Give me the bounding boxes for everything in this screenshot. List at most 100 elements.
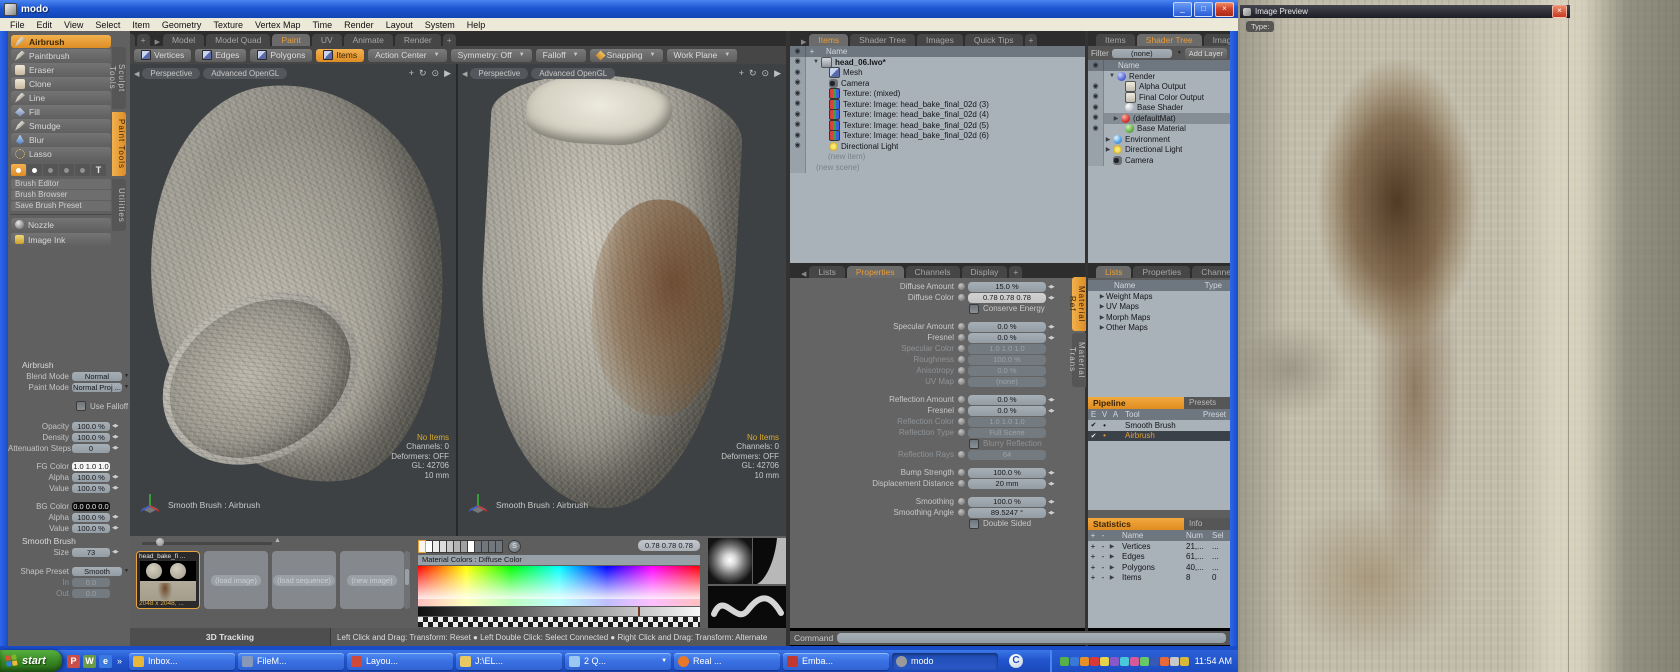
taskbar-button-realplayer[interactable]: Real ...: [674, 653, 780, 670]
fg-alpha-field[interactable]: 100.0 %: [72, 473, 110, 482]
stat-row-edges[interactable]: + - ▶ Edges 61,... ...: [1088, 552, 1230, 563]
stepper-icon[interactable]: ◀▶: [110, 434, 121, 440]
bg-value-field[interactable]: 100.0 %: [72, 524, 110, 533]
stepper-icon[interactable]: ◀▶: [1046, 284, 1057, 290]
remove-icon[interactable]: -: [1098, 573, 1108, 582]
visibility-eye-icon[interactable]: ◉: [1092, 114, 1098, 122]
tray-icon[interactable]: [1120, 657, 1129, 666]
value-gradient-bar[interactable]: [418, 607, 700, 616]
channel-knob-icon[interactable]: [958, 323, 965, 330]
stepper-icon[interactable]: ◀▶: [110, 445, 121, 451]
visibility-eye-icon[interactable]: ◉: [794, 121, 800, 129]
add-icon[interactable]: +: [1088, 552, 1098, 561]
tray-icon[interactable]: [1060, 657, 1069, 666]
hue-spectrum[interactable]: [418, 566, 700, 599]
stepper-icon[interactable]: ◀▶: [1046, 470, 1057, 476]
preview-type-label[interactable]: Type:: [1246, 21, 1274, 32]
smoothing-field[interactable]: 100.0 %: [968, 497, 1046, 507]
items-button[interactable]: Items: [316, 49, 364, 62]
side-tab-sculpt-tools[interactable]: Sculpt Tools: [112, 47, 126, 109]
pale-spectrum[interactable]: [418, 599, 700, 606]
filter-select[interactable]: (none): [1112, 49, 1172, 58]
menu-help[interactable]: Help: [461, 20, 492, 30]
expand-icon[interactable]: ▶: [1104, 136, 1112, 143]
quick-launch-icon[interactable]: e: [99, 655, 112, 668]
panel-tab-add[interactable]: +: [1009, 266, 1022, 278]
add-icon[interactable]: +: [1088, 542, 1098, 551]
list-row-morph-maps[interactable]: ▶ Morph Maps: [1088, 312, 1230, 323]
menu-item[interactable]: Item: [126, 20, 156, 30]
menu-layout[interactable]: Layout: [380, 20, 419, 30]
menu-system[interactable]: System: [419, 20, 461, 30]
shader-row-base-material[interactable]: ◉ Base Material: [1088, 124, 1230, 135]
channel-knob-icon[interactable]: [958, 294, 965, 301]
panel-tab-display[interactable]: Display: [962, 266, 1008, 278]
visibility-eye-icon[interactable]: ◉: [794, 90, 800, 98]
section-smooth-brush[interactable]: Smooth Brush: [8, 536, 130, 547]
close-button[interactable]: ×: [1215, 2, 1234, 17]
thumbnail-scrollbar[interactable]: [404, 551, 410, 609]
color-swatch[interactable]: [418, 540, 426, 553]
stepper-icon[interactable]: ◀▶: [1046, 295, 1057, 301]
pipeline-title[interactable]: Pipeline: [1088, 397, 1184, 409]
snapping-dropdown[interactable]: Snapping ▼: [590, 49, 663, 62]
shader-row-render[interactable]: ▼ Render: [1088, 71, 1230, 82]
shader-row-directional-light[interactable]: ▶ Directional Light: [1088, 145, 1230, 156]
channel-knob-icon[interactable]: [958, 283, 965, 290]
tab-model[interactable]: Model: [163, 34, 204, 46]
work-plane-dropdown[interactable]: Work Plane ▼: [667, 49, 738, 62]
tab-add[interactable]: +: [137, 34, 150, 46]
info-tab[interactable]: Info: [1184, 518, 1230, 530]
panel-tab-items[interactable]: Items: [1096, 34, 1135, 46]
item-row-mesh[interactable]: ◉ Mesh: [790, 68, 1085, 79]
alpha-checker-bar[interactable]: [418, 617, 700, 627]
expand-icon[interactable]: ▶: [1098, 293, 1106, 300]
visibility-eye-icon[interactable]: ◉: [1092, 93, 1098, 101]
maximize-button[interactable]: □: [1194, 2, 1213, 17]
density-field[interactable]: 100.0 %: [72, 433, 110, 442]
attenuation-field[interactable]: 0: [72, 444, 110, 453]
tray-icon[interactable]: [1140, 657, 1149, 666]
bump-strength-field[interactable]: 100.0 %: [968, 468, 1046, 478]
panel-tab-shader-tree[interactable]: Shader Tree: [850, 34, 915, 46]
menu-view[interactable]: View: [58, 20, 89, 30]
tab-paint[interactable]: Paint: [272, 34, 309, 46]
side-tab-utilities[interactable]: Utilities: [112, 179, 126, 231]
tool-lasso[interactable]: Lasso: [11, 147, 111, 160]
visibility-eye-icon[interactable]: ◉: [1092, 83, 1098, 91]
shader-row-alpha-output[interactable]: ◉ Alpha Output: [1088, 82, 1230, 93]
channel-knob-icon[interactable]: [958, 480, 965, 487]
taskbar-button-inbox[interactable]: Inbox...: [129, 653, 235, 670]
tool-paintbrush[interactable]: Paintbrush: [11, 49, 111, 62]
visibility-eye-icon[interactable]: ◉: [794, 111, 800, 119]
menu-texture[interactable]: Texture: [207, 20, 249, 30]
stepper-icon[interactable]: ◀▶: [1046, 510, 1057, 516]
stat-row-vertices[interactable]: + - ▶ Vertices 21,... ...: [1088, 541, 1230, 552]
stepper-icon[interactable]: ◀▶: [110, 474, 121, 480]
fresnel-field[interactable]: 0.0 %: [968, 406, 1046, 416]
panel-tab-shader-tree[interactable]: Shader Tree: [1137, 34, 1202, 46]
stepper-icon[interactable]: ◀▶: [1046, 324, 1057, 330]
load-image-cell[interactable]: (load image): [204, 551, 268, 609]
visibility-eye-icon[interactable]: ◉: [794, 142, 800, 150]
blend-mode-select[interactable]: Normal: [72, 372, 122, 381]
panel-tab-lists[interactable]: Lists: [1096, 266, 1131, 278]
channel-knob-icon[interactable]: [958, 469, 965, 476]
diffuse-color-field[interactable]: 0.78 0.78 0.78: [968, 293, 1046, 303]
visibility-eye-icon[interactable]: ◉: [794, 69, 800, 77]
stepper-icon[interactable]: ◀▶: [1046, 397, 1057, 403]
conserve-energy-checkbox[interactable]: [969, 304, 979, 314]
tool-smudge[interactable]: Smudge: [11, 119, 111, 132]
panel-tab-lists[interactable]: Lists: [809, 266, 844, 278]
stepper-icon[interactable]: ◀▶: [1046, 408, 1057, 414]
expand-icon[interactable]: ▶: [1098, 303, 1106, 310]
quick-launch-icon[interactable]: P: [67, 655, 80, 668]
panel-tab-channels[interactable]: Channels: [1192, 266, 1230, 278]
new-item-row[interactable]: (new item): [790, 152, 1085, 163]
paint-mode-select[interactable]: Normal Proj ...: [72, 383, 122, 392]
tab-render[interactable]: Render: [395, 34, 441, 46]
pipeline-row-airbrush[interactable]: ✔ • Airbrush: [1088, 431, 1230, 442]
empty-swatch[interactable]: [495, 540, 503, 553]
viewport-menu-icon[interactable]: ▶: [774, 68, 781, 78]
remove-icon[interactable]: -: [1098, 552, 1108, 561]
